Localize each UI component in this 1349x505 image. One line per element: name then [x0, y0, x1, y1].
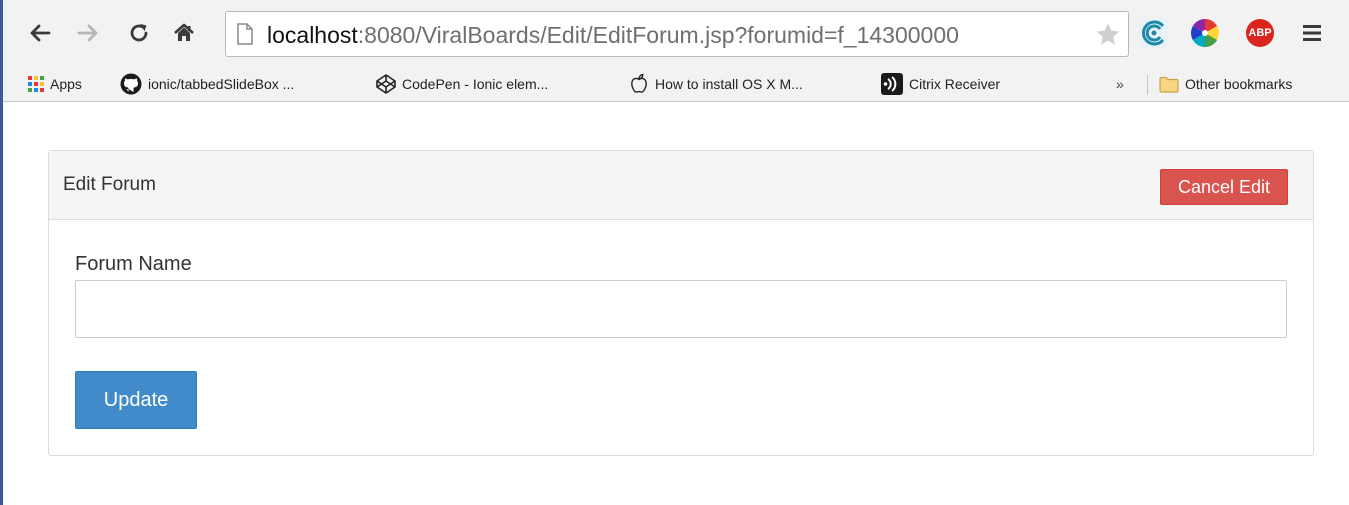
feed-extension-button[interactable]	[1137, 15, 1171, 51]
forum-name-input[interactable]	[75, 280, 1287, 338]
panel-heading: Edit Forum Cancel Edit	[49, 151, 1313, 220]
page-icon	[237, 23, 253, 45]
reload-icon	[130, 24, 148, 42]
hamburger-menu-icon	[1303, 25, 1321, 41]
browser-toolbar: localhost:8080/ViralBoards/Edit/EditForu…	[3, 0, 1349, 66]
home-icon	[174, 23, 194, 41]
bookmark-label: ionic/tabbedSlideBox ...	[148, 76, 295, 92]
github-icon	[120, 73, 142, 95]
url-host: localhost	[267, 22, 358, 48]
bookmark-other-folder[interactable]: Other bookmarks	[1159, 69, 1292, 99]
bookmarks-bar: Apps ionic/tabbedSlideBox ... CodePen - …	[3, 66, 1349, 102]
bookmarks-overflow-button[interactable]: »	[1116, 69, 1124, 99]
url-path: :8080/ViralBoards/Edit/EditForum.jsp?for…	[357, 22, 959, 48]
bookmark-citrix[interactable]: Citrix Receiver	[881, 69, 1000, 99]
color-wheel-icon	[1191, 19, 1219, 47]
bookmark-label: CodePen - Ionic elem...	[402, 76, 549, 92]
bookmark-apple[interactable]: How to install OS X M...	[629, 69, 803, 99]
forum-name-label: Forum Name	[75, 253, 192, 275]
edit-forum-panel: Edit Forum Cancel Edit Forum Name Update	[48, 150, 1314, 456]
feed-extension-icon	[1139, 18, 1169, 48]
update-button[interactable]: Update	[75, 371, 197, 429]
codepen-icon	[376, 74, 396, 94]
cancel-edit-button[interactable]: Cancel Edit	[1160, 169, 1288, 205]
forward-arrow-icon	[77, 24, 98, 42]
bookmark-codepen[interactable]: CodePen - Ionic elem...	[376, 69, 548, 99]
color-picker-extension-button[interactable]	[1188, 15, 1222, 51]
url-text[interactable]: localhost:8080/ViralBoards/Edit/EditForu…	[267, 21, 1089, 49]
star-icon[interactable]	[1094, 21, 1122, 48]
address-bar[interactable]: localhost:8080/ViralBoards/Edit/EditForu…	[225, 11, 1129, 57]
apps-grid-icon	[28, 76, 44, 92]
reload-button[interactable]	[124, 13, 154, 53]
bookmark-label: How to install OS X M...	[655, 76, 803, 92]
back-arrow-icon	[30, 24, 51, 42]
bookmark-label: Citrix Receiver	[909, 76, 1001, 92]
apple-icon	[631, 73, 647, 93]
folder-icon	[1159, 76, 1179, 93]
bookmarks-separator	[1147, 75, 1148, 95]
bookmark-apps[interactable]: Apps	[28, 69, 82, 99]
home-button[interactable]	[169, 13, 199, 53]
bookmark-other-label: Other bookmarks	[1185, 76, 1293, 92]
forward-button[interactable]	[74, 13, 102, 53]
citrix-icon	[881, 73, 903, 95]
adblock-extension-button[interactable]: ABP	[1243, 15, 1277, 51]
adblock-icon: ABP	[1246, 19, 1274, 47]
browser-menu-button[interactable]	[1295, 15, 1329, 51]
bookmark-github[interactable]: ionic/tabbedSlideBox ...	[120, 69, 294, 99]
bookmark-apps-label: Apps	[50, 76, 82, 92]
panel-title: Edit Forum	[63, 174, 156, 195]
back-button[interactable]	[26, 13, 54, 53]
